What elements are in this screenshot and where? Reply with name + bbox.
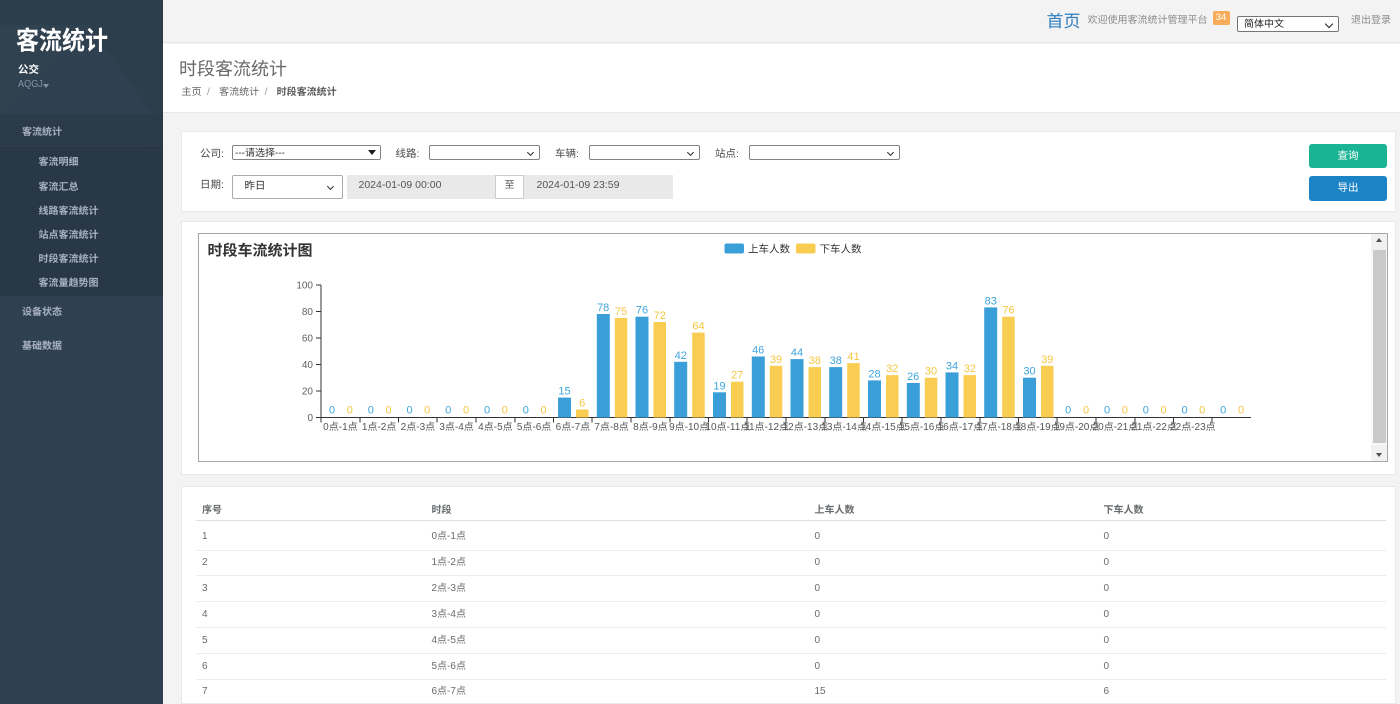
svg-text:38: 38 — [808, 355, 820, 367]
svg-text:0: 0 — [445, 405, 451, 417]
svg-text:1点-2点: 1点-2点 — [361, 421, 395, 433]
svg-text:41: 41 — [847, 351, 859, 363]
svg-text:0点-1点: 0点-1点 — [323, 421, 357, 433]
svg-text:75: 75 — [614, 306, 626, 318]
svg-text:0: 0 — [1220, 405, 1226, 417]
svg-text:0: 0 — [1237, 405, 1243, 417]
svg-text:83: 83 — [984, 295, 996, 307]
svg-text:下车人数: 下车人数 — [819, 244, 861, 256]
svg-text:时段车流统计图: 时段车流统计图 — [207, 243, 312, 260]
svg-text:78: 78 — [597, 302, 609, 314]
svg-text:0: 0 — [1160, 405, 1166, 417]
svg-text:60: 60 — [301, 333, 313, 344]
svg-text:30: 30 — [1023, 366, 1035, 378]
svg-text:20: 20 — [301, 387, 313, 398]
svg-text:28: 28 — [868, 368, 880, 380]
svg-text:5点-6点: 5点-6点 — [516, 421, 550, 433]
svg-text:0: 0 — [483, 405, 489, 417]
svg-text:76: 76 — [1002, 305, 1014, 317]
svg-text:32: 32 — [886, 363, 898, 375]
svg-text:0: 0 — [1082, 405, 1088, 417]
svg-text:100: 100 — [296, 280, 313, 291]
svg-text:6: 6 — [579, 398, 585, 410]
svg-text:22点-23点: 22点-23点 — [1170, 421, 1216, 433]
svg-text:40: 40 — [301, 360, 313, 371]
svg-text:0: 0 — [307, 413, 313, 424]
svg-text:3点-4点: 3点-4点 — [439, 421, 473, 433]
svg-text:27: 27 — [731, 370, 743, 382]
svg-text:64: 64 — [692, 321, 704, 333]
svg-text:0: 0 — [501, 405, 507, 417]
svg-text:30: 30 — [924, 366, 936, 378]
svg-text:39: 39 — [1041, 354, 1053, 366]
svg-text:15: 15 — [558, 386, 570, 398]
svg-text:0: 0 — [522, 405, 528, 417]
svg-text:0: 0 — [328, 405, 334, 417]
svg-text:7点-8点: 7点-8点 — [594, 421, 628, 433]
svg-text:0: 0 — [424, 405, 430, 417]
svg-text:0: 0 — [1181, 405, 1187, 417]
svg-text:76: 76 — [635, 305, 647, 317]
svg-text:8点-9点: 8点-9点 — [633, 421, 667, 433]
svg-text:9点-10点: 9点-10点 — [669, 421, 709, 433]
svg-text:44: 44 — [790, 347, 802, 359]
svg-text:26: 26 — [907, 371, 919, 383]
svg-text:0: 0 — [346, 405, 352, 417]
svg-text:46: 46 — [752, 345, 764, 357]
svg-text:42: 42 — [674, 350, 686, 362]
svg-text:32: 32 — [963, 363, 975, 375]
svg-text:0: 0 — [462, 405, 468, 417]
svg-text:0: 0 — [1199, 405, 1205, 417]
svg-text:0: 0 — [406, 405, 412, 417]
svg-text:0: 0 — [1065, 405, 1071, 417]
svg-text:6点-7点: 6点-7点 — [555, 421, 589, 433]
svg-text:38: 38 — [829, 355, 841, 367]
svg-text:4点-5点: 4点-5点 — [478, 421, 512, 433]
svg-text:34: 34 — [945, 360, 957, 372]
svg-text:39: 39 — [769, 354, 781, 366]
svg-text:0: 0 — [540, 405, 546, 417]
svg-text:72: 72 — [653, 310, 665, 322]
svg-text:80: 80 — [301, 307, 313, 318]
svg-text:0: 0 — [1103, 405, 1109, 417]
svg-text:2点-3点: 2点-3点 — [400, 421, 434, 433]
svg-text:0: 0 — [385, 405, 391, 417]
svg-text:0: 0 — [367, 405, 373, 417]
svg-text:0: 0 — [1121, 405, 1127, 417]
svg-text:19: 19 — [713, 380, 725, 392]
svg-text:0: 0 — [1142, 405, 1148, 417]
svg-text:上车人数: 上车人数 — [748, 244, 790, 256]
